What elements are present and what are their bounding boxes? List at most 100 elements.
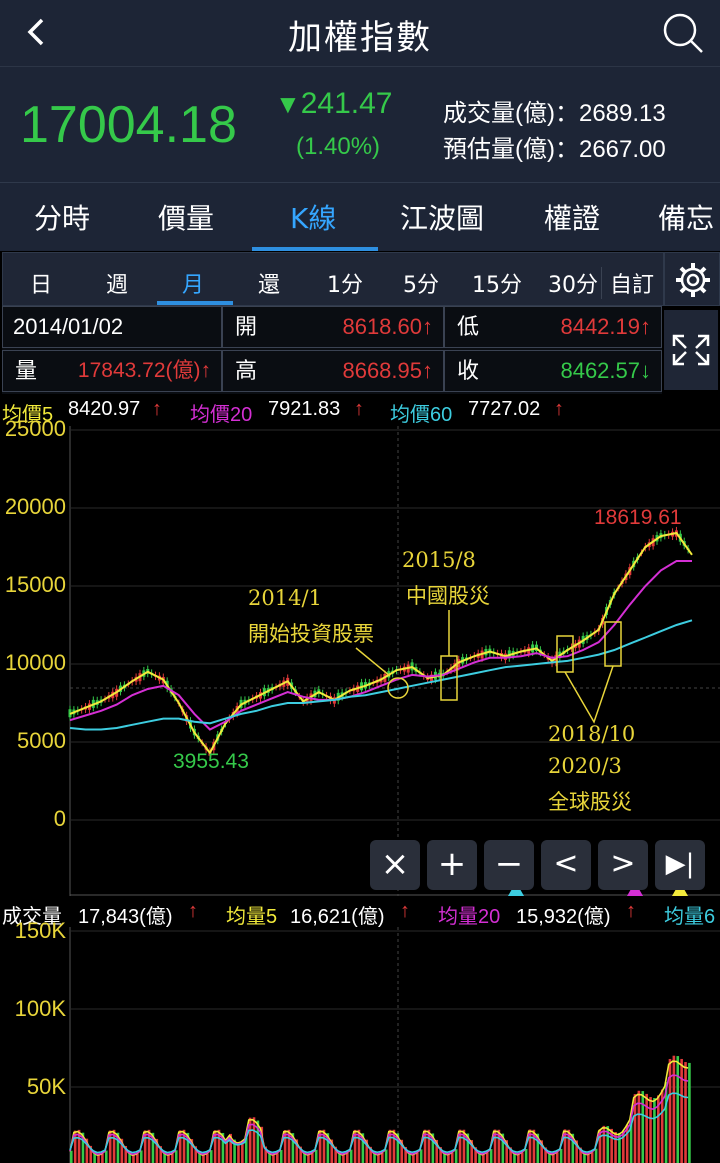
volume-bar <box>594 1148 598 1163</box>
ma20-value: 7921.83 <box>268 398 341 420</box>
volume-bar <box>412 1154 415 1163</box>
expand-icon <box>672 334 710 366</box>
y-tick-20000: 20000 <box>4 494 66 519</box>
period-custom[interactable]: 自訂 <box>601 267 662 299</box>
period-adjusted[interactable]: 還 <box>231 267 307 299</box>
volume-bar <box>349 1149 353 1163</box>
annotation-pointer <box>564 665 614 724</box>
ma5-value: 8420.97 <box>68 398 141 420</box>
down-triangle-icon: ▼ <box>275 89 301 119</box>
open-label: 開 <box>235 314 258 339</box>
chevron-right-icon: > <box>610 846 636 881</box>
scroll-left-button[interactable]: < <box>541 840 591 890</box>
tab-memo[interactable]: 備忘 <box>658 197 714 237</box>
trough-label: 3955.43 <box>173 750 249 773</box>
fullscreen-button[interactable] <box>664 310 718 390</box>
ohlc-info: 2014/01/02 開 8618.60↑ 低 8442.19↑ 量 17843… <box>2 306 662 394</box>
chart-tabs: 分時 價量 K線 江波圖 權證 備忘 <box>0 182 720 251</box>
high-value: 8668.95↑ <box>342 358 433 383</box>
reset-zoom-button[interactable]: × <box>370 840 420 890</box>
volume-bar <box>559 1148 563 1163</box>
vol-label: 量 <box>15 358 38 383</box>
volume-bar <box>485 1152 489 1163</box>
info-volume: 量 17843.72(億)↑ <box>2 350 222 392</box>
volume-bar <box>311 1153 314 1163</box>
v60-label: 均量6 <box>664 906 716 928</box>
tab-minute[interactable]: 分時 <box>34 197 90 237</box>
volume-bar <box>202 1154 205 1163</box>
volume-bar <box>167 1154 170 1163</box>
volume-bar <box>489 1149 493 1163</box>
tab-price-volume[interactable]: 價量 <box>158 197 214 237</box>
annotation-global-crash: 全球股災 <box>548 790 632 814</box>
zoom-out-button[interactable]: − <box>484 840 534 890</box>
volume-bar <box>641 1091 645 1163</box>
volume-bar <box>637 1090 641 1163</box>
info-open: 開 8618.60↑ <box>222 306 444 348</box>
zoom-in-button[interactable]: + <box>427 840 477 890</box>
top-bar: 加權指數 <box>0 0 720 66</box>
y-tick-0: 0 <box>53 806 66 831</box>
vol-arrow: ↑ <box>188 900 198 922</box>
info-high: 高 8668.95↑ <box>222 350 444 392</box>
volume-bar <box>688 1062 691 1163</box>
tab-jiangbo[interactable]: 江波圖 <box>400 197 484 237</box>
period-5min[interactable]: 5分 <box>383 267 459 299</box>
high-label: 高 <box>235 358 258 383</box>
volume-bar <box>209 1150 213 1163</box>
close-icon: × <box>380 844 410 884</box>
volume-bar <box>342 1154 345 1163</box>
volume-bar <box>590 1152 594 1163</box>
annotation-2020: 2020/3 <box>548 754 622 778</box>
annotation-china-crash: 中國股災 <box>406 584 490 608</box>
low-label: 低 <box>457 314 480 339</box>
volume-bar <box>272 1154 275 1163</box>
period-week[interactable]: 週 <box>79 267 155 299</box>
ma5-arrow: ↑ <box>152 398 162 420</box>
volume-bar <box>174 1150 178 1163</box>
volume-bar <box>454 1149 458 1163</box>
chevron-left-icon: < <box>553 846 579 881</box>
jump-latest-button[interactable]: ▶| <box>655 840 705 890</box>
volume-bar <box>314 1149 318 1163</box>
volume-bar <box>171 1153 174 1163</box>
period-bar: 日 週 月 還 1分 5分 15分 30分 自訂 <box>2 252 664 306</box>
scroll-right-button[interactable]: > <box>598 840 648 890</box>
volume-chart[interactable] <box>0 927 720 1163</box>
index-price: 17004.18 <box>20 96 237 154</box>
period-day[interactable]: 日 <box>3 267 79 299</box>
period-15min[interactable]: 15分 <box>459 267 535 299</box>
annotation-2015: 2015/8 <box>402 548 476 572</box>
info-close: 收 8462.57↓ <box>444 350 662 392</box>
quote-panel: 17004.18 ▼241.47 (1.40%) 成交量(億)：2689.13 … <box>0 66 720 183</box>
volume-bar <box>450 1152 454 1163</box>
volume-bar <box>346 1152 349 1163</box>
active-tab-indicator <box>252 247 378 251</box>
vol-value: 17843.72(億)↑ <box>77 359 211 382</box>
v20-value: 15,932(億) <box>516 906 611 928</box>
y-tick-25000: 25000 <box>4 416 66 441</box>
minus-icon: − <box>494 844 524 884</box>
tab-kline[interactable]: K線 <box>290 197 336 237</box>
period-selector: 日 週 月 還 1分 5分 15分 30分 自訂 <box>0 252 720 306</box>
close-value: 8462.57↓ <box>560 358 651 383</box>
period-30min[interactable]: 30分 <box>535 267 611 299</box>
volume-bar <box>517 1154 520 1163</box>
tab-warrants[interactable]: 權證 <box>544 197 600 237</box>
y-tick-15000: 15000 <box>4 572 66 597</box>
period-month[interactable]: 月 <box>155 267 231 299</box>
volume-bar <box>419 1149 423 1163</box>
price-chart[interactable] <box>0 426 720 896</box>
plus-icon: + <box>437 844 467 884</box>
volume-bar <box>101 1153 104 1163</box>
v5-label: 均量5 <box>226 906 278 928</box>
close-label: 收 <box>457 358 480 383</box>
search-icon[interactable] <box>660 10 706 56</box>
volume-bar <box>307 1154 310 1163</box>
period-1min[interactable]: 1分 <box>307 267 383 299</box>
ma20-arrow: ↑ <box>354 398 364 420</box>
settings-button[interactable] <box>664 252 720 306</box>
vol-value: 17,843(億) <box>78 906 173 928</box>
open-value: 8618.60↑ <box>342 314 433 339</box>
volume-bar <box>276 1153 279 1163</box>
